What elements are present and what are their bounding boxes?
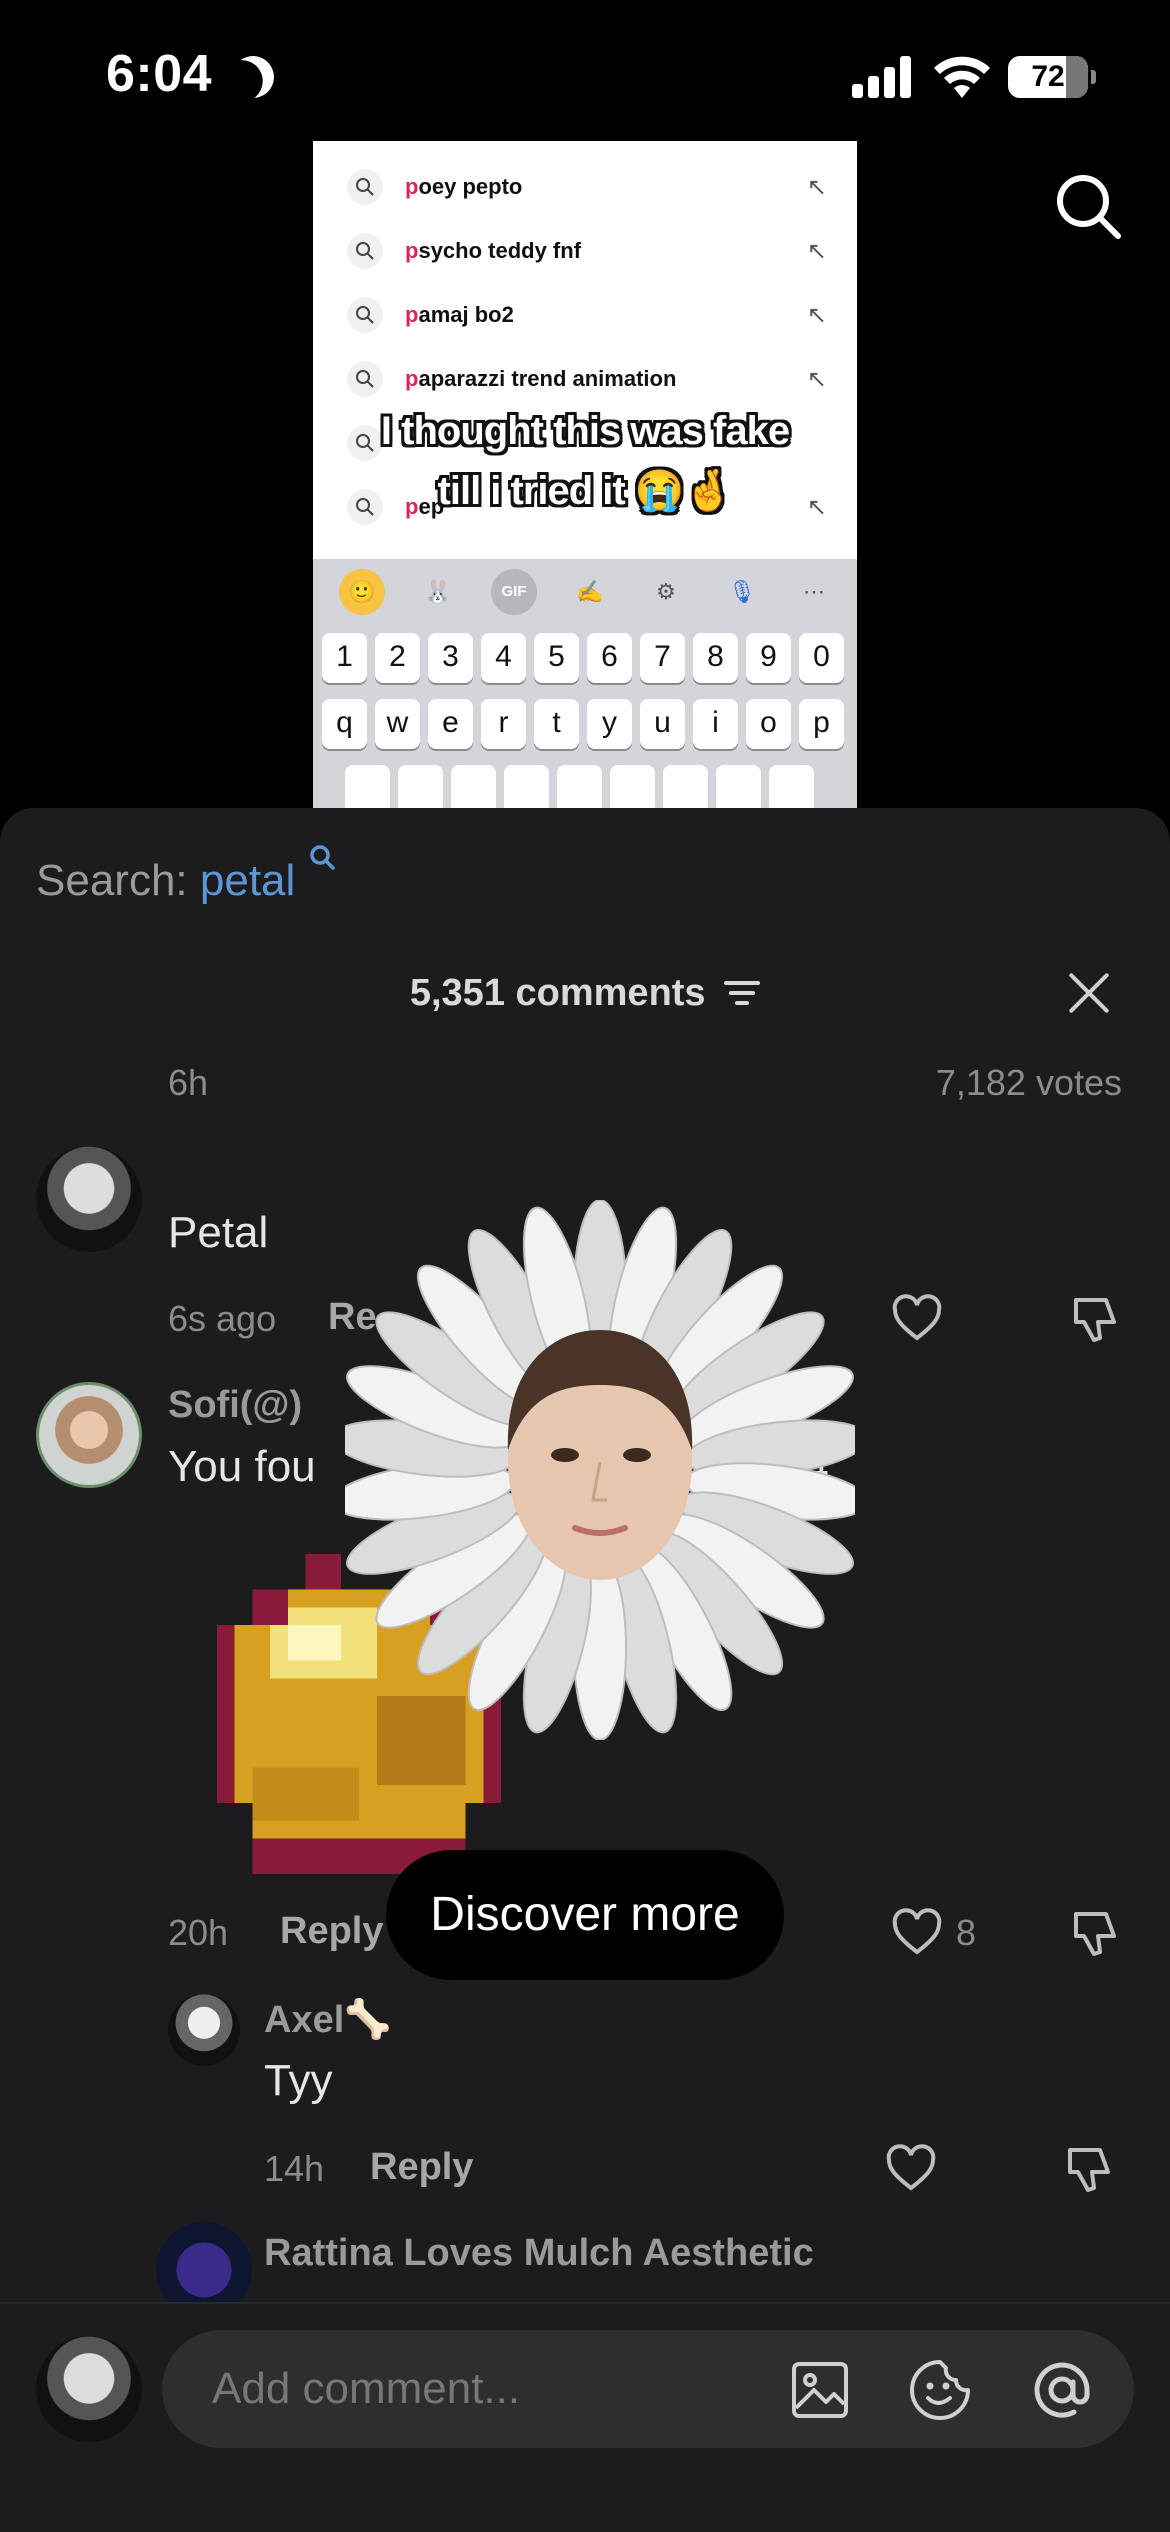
avatar[interactable] <box>36 1382 142 1488</box>
status-time: 6:04 <box>106 45 213 103</box>
search-suggestion-item: paparazzi trend animation ↖ <box>331 359 841 399</box>
key: 6 <box>587 633 632 683</box>
search-suggestion-item: pamaj bo2 ↖ <box>331 295 841 335</box>
fill-arrow-icon: ↖ <box>806 174 827 201</box>
keyboard: 1234567890 qwertyuiop <box>313 625 857 821</box>
key: q <box>322 699 367 749</box>
comment-timestamp: 6h <box>168 1062 209 1103</box>
image-icon[interactable] <box>790 2360 850 2420</box>
keyboard-toolbar: 🙂 🐰 GIF ✍ ⚙ 🎙 ⋯ <box>313 559 857 625</box>
search-suggestion-item: poey pepto ↖ <box>331 167 841 207</box>
daisy-face-sticker <box>345 1200 855 1740</box>
comments-count: 5,351 comments <box>0 972 1170 1015</box>
comment-username[interactable]: Rattina Loves Mulch Aesthetic <box>264 2232 814 2275</box>
poll-votes: 7,182 votes <box>935 1062 1122 1103</box>
comment-input-pill[interactable] <box>162 2330 1134 2448</box>
key: t <box>534 699 579 749</box>
video-caption-line1: I thought this was fake <box>380 409 790 453</box>
search-icon <box>347 361 383 397</box>
reply-button[interactable]: Reply <box>280 1910 383 1953</box>
search-icon <box>347 233 383 269</box>
fill-arrow-icon: ↖ <box>806 366 827 393</box>
more-icon: ⋯ <box>803 579 825 604</box>
key: w <box>375 699 420 749</box>
comment-timestamp: 14h <box>264 2148 325 2189</box>
search-keyword[interactable]: petal <box>200 856 295 905</box>
like-count: 8 <box>956 1912 977 1953</box>
key: i <box>693 699 738 749</box>
key: u <box>640 699 685 749</box>
key: 8 <box>693 633 738 683</box>
heart-icon[interactable] <box>890 1292 944 1346</box>
gif-icon: GIF <box>491 569 537 615</box>
comment-username[interactable]: Sofi(@) <box>168 1384 302 1427</box>
avatar[interactable] <box>36 1146 142 1252</box>
focus-moon-icon <box>226 50 280 104</box>
comment-text: Petal <box>168 1208 269 1257</box>
avatar[interactable] <box>36 2336 142 2442</box>
suggestion-text: paparazzi trend animation <box>405 366 677 391</box>
microphone-icon: 🎙 <box>728 579 756 604</box>
key: 4 <box>481 633 526 683</box>
emoji-icon: 🙂 <box>339 569 385 615</box>
search-suggestion[interactable]: Search: petal <box>36 845 336 906</box>
handwriting-icon: ✍ <box>576 579 604 604</box>
dislike-icon[interactable] <box>1070 1292 1124 1346</box>
reply-button[interactable]: Reply <box>370 2146 473 2189</box>
gear-icon: ⚙ <box>656 579 676 604</box>
key: 9 <box>746 633 791 683</box>
search-mini-icon <box>309 845 335 870</box>
search-icon <box>347 169 383 205</box>
key: o <box>746 699 791 749</box>
comment-text: Tyy <box>264 2056 333 2105</box>
close-icon[interactable] <box>1066 970 1112 1016</box>
comment-input-bar <box>0 2302 1170 2532</box>
video-caption-line2: till i tried it 😭🤞 <box>437 469 734 513</box>
dislike-icon[interactable] <box>1070 1906 1124 1960</box>
sort-icon[interactable] <box>724 979 761 1007</box>
search-icon[interactable] <box>1052 170 1124 242</box>
heart-icon[interactable] <box>884 2142 938 2196</box>
sticker-emoji-icon[interactable] <box>908 2358 972 2422</box>
key: 1 <box>322 633 367 683</box>
search-icon <box>347 297 383 333</box>
comment-input[interactable] <box>212 2356 772 2422</box>
key: 7 <box>640 633 685 683</box>
key: 0 <box>799 633 844 683</box>
suggestion-text: psycho teddy fnf <box>405 238 582 263</box>
discover-more-button[interactable]: Discover more <box>386 1850 784 1980</box>
comment-timestamp: 20h <box>168 1912 229 1953</box>
key: e <box>428 699 473 749</box>
key: 2 <box>375 633 420 683</box>
cellular-signal-icon <box>852 56 914 98</box>
comment-timestamp: 6s ago <box>168 1298 277 1339</box>
key: p <box>799 699 844 749</box>
battery-indicator: 72 <box>1008 56 1096 98</box>
fill-arrow-icon: ↖ <box>806 238 827 265</box>
suggestion-text: pamaj bo2 <box>405 302 514 327</box>
comment-text: You fou <box>168 1442 316 1491</box>
dislike-icon[interactable] <box>1064 2142 1118 2196</box>
wifi-icon <box>934 56 990 98</box>
suggestion-text: poey pepto <box>405 174 523 199</box>
mention-icon[interactable] <box>1030 2358 1094 2422</box>
fill-arrow-icon: ↖ <box>806 302 827 329</box>
key: r <box>481 699 526 749</box>
search-suggestion-item: psycho teddy fnf ↖ <box>331 231 841 271</box>
comment-username[interactable]: Axel🦴 <box>264 1998 392 2042</box>
key: 3 <box>428 633 473 683</box>
key: y <box>587 699 632 749</box>
bunny-sticker-icon: 🐰 <box>424 579 452 604</box>
heart-icon[interactable] <box>890 1906 944 1960</box>
key: 5 <box>534 633 579 683</box>
avatar[interactable] <box>168 1994 240 2066</box>
video-player[interactable]: poey pepto ↖ psycho teddy fnf ↖ pamaj bo2 ↖ pa… <box>313 141 857 821</box>
